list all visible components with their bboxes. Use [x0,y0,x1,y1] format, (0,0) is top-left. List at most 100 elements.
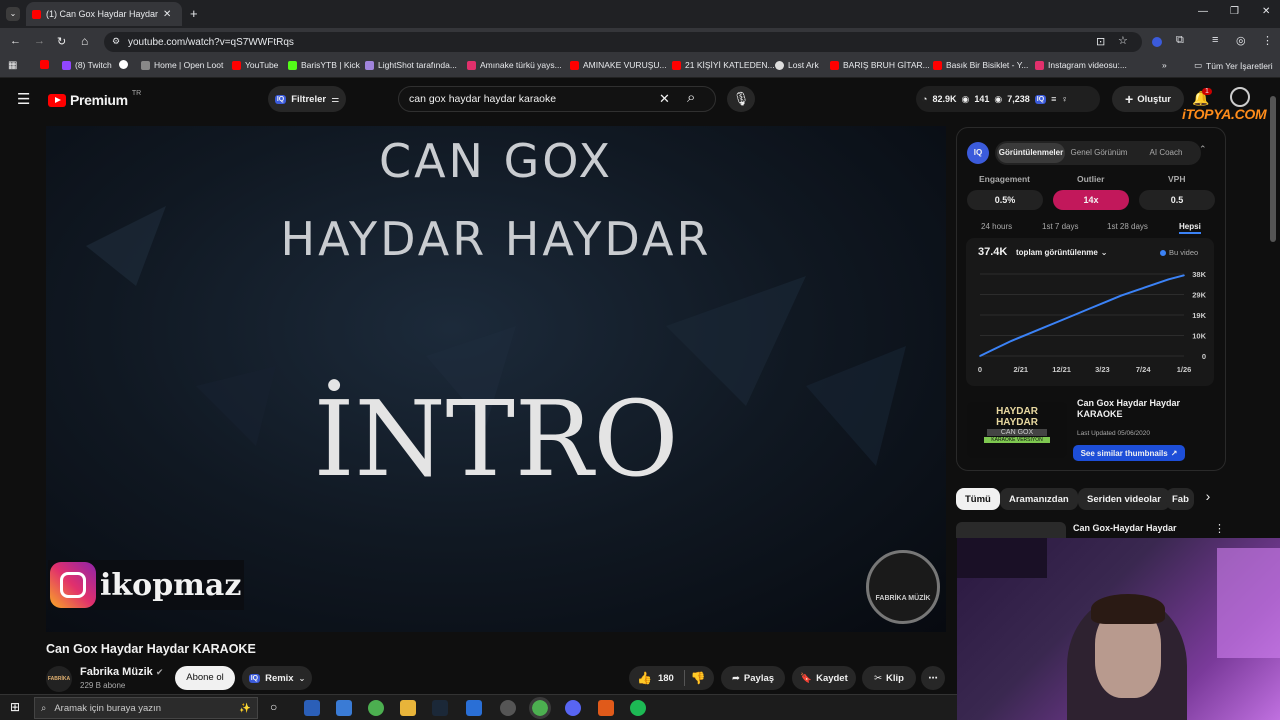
avatar[interactable] [1230,87,1250,107]
youtube-icon [40,60,49,69]
range-all[interactable]: Hepsi [1179,222,1201,234]
all-bookmarks[interactable]: ▭ Tüm Yer İşaretleri [1194,60,1273,71]
range-24h[interactable]: 24 hours [981,222,1012,231]
vidiq-icon[interactable]: IQ [1034,94,1047,104]
range-7d[interactable]: 1st 7 days [1042,222,1078,231]
tab-genel-gorunum[interactable]: Genel Görünüm [1065,143,1133,163]
list-icon[interactable]: ≡ [1051,94,1056,104]
y-tick-label: 10K [1192,332,1206,341]
app-icon-4[interactable] [598,700,614,716]
bookmark-lostark[interactable]: Lost Ark [775,60,819,70]
bookmark-instagram-2[interactable]: Instagram videosu:... [1035,60,1127,70]
minimize-icon[interactable]: — [1198,6,1208,17]
chrome-active-icon[interactable] [529,697,551,719]
bookmark-google[interactable] [119,60,128,69]
chip-from-search[interactable]: Aramanızdan [1000,488,1078,510]
back-icon[interactable]: ← [10,35,21,47]
bookmark-star-icon[interactable]: ☆ [1118,34,1128,47]
media-icon[interactable]: ≡ [1212,34,1218,46]
file-explorer-icon[interactable] [400,700,416,716]
close-tab-icon[interactable]: ✕ [163,9,171,20]
search-box[interactable]: can gox haydar haydar karaoke ✕ ⌕ [398,86,716,112]
tab-ai-coach[interactable]: AI Coach [1133,143,1199,163]
search-icon[interactable]: ⌕ [687,89,695,106]
store-icon[interactable] [336,700,352,716]
spotify-icon[interactable] [630,700,646,716]
collapse-icon[interactable]: ⌃ [1199,144,1207,155]
recommended-thumbnail[interactable]: HAYDAR HAYDAR CAN GOX KARAOKE VERSİYON [967,402,1067,458]
remix-button[interactable]: IQ Remix ⌄ [242,666,312,690]
tab-goruntulenmeler[interactable]: Görüntülenmeler [997,143,1065,163]
bookmark-youtube[interactable]: YouTube [232,60,278,70]
bookmark-aminake[interactable]: AMINAKE VURUŞU... [570,60,667,70]
chip-fabrika[interactable]: Fab [1166,488,1194,510]
app-icon-3[interactable] [500,700,516,716]
app-icon-2[interactable] [466,700,482,716]
hamburger-menu-icon[interactable]: ☰ [17,90,30,108]
channel-name[interactable]: Fabrika Müzik ✔ [80,666,163,678]
url-field[interactable]: ⚙ youtube.com/watch?v=qS7WWFtRqs [104,32,1142,52]
bookmark-bisiklet[interactable]: Basık Bir Bisiklet - Y... [933,60,1028,70]
like-icon[interactable]: 👍 [637,671,652,685]
recommended-title[interactable]: Can Gox Haydar Haydar KARAOKE [1077,398,1217,420]
clear-search-icon[interactable]: ✕ [659,91,670,107]
search-icon: ⌕ [41,702,47,714]
youtube-logo[interactable]: Premium TR [48,90,141,108]
voice-search-icon[interactable]: 🎙 [727,86,755,112]
browser-tab[interactable]: (1) Can Gox Haydar Haydar KA ✕ [26,2,182,26]
tab-list-icon[interactable]: ⌄ [6,7,20,21]
see-similar-button[interactable]: See similar thumbnails ↗ [1073,445,1185,461]
app-icon-1[interactable] [304,700,320,716]
sidebar-video-title[interactable]: Can Gox-Haydar Haydar [1073,523,1177,533]
chip-series[interactable]: Seriden videolar [1078,488,1170,510]
close-window-icon[interactable]: ✕ [1262,6,1270,17]
chip-all[interactable]: Tümü [956,488,1000,510]
discord-icon[interactable] [565,700,581,716]
clip-button[interactable]: ✂ Klip [862,666,916,690]
forward-icon[interactable]: → [34,35,45,47]
bookmark-youtube-1[interactable] [40,60,49,69]
bookmark-instagram-1[interactable]: Amınake türkü yays... [467,60,562,70]
channel-avatar[interactable]: FABRİKA [46,666,72,692]
reload-icon[interactable]: ↻ [57,35,66,48]
filters-button[interactable]: IQ Filtreler ⚌ [268,86,346,112]
task-view-icon[interactable]: ○ [270,700,277,714]
lightbulb-icon[interactable]: ♀ [1061,94,1068,104]
create-button[interactable]: + Oluştur [1112,86,1184,112]
more-actions-icon[interactable]: ⋯ [921,666,945,690]
sidebar-video-menu-icon[interactable]: ⋮ [1214,522,1225,535]
site-info-icon[interactable]: ⚙ [112,36,120,47]
chrome-icon[interactable] [368,700,384,716]
x-tick-label: 7/24 [1136,365,1151,374]
new-tab-icon[interactable]: + [190,6,198,21]
save-button[interactable]: 🔖 Kaydet [792,666,856,690]
restore-icon[interactable]: ❐ [1230,6,1239,17]
extensions-icon[interactable]: ⧉ [1176,34,1184,47]
bookmark-kick[interactable]: BarisYTB | Kick [288,60,360,70]
bookmarks-overflow-icon[interactable]: » [1162,60,1167,70]
home-icon[interactable]: ⌂ [81,34,88,48]
video-player[interactable]: CAN GOX HAYDAR HAYDAR İNTRO ikopmaz FABR… [46,126,946,632]
install-app-icon[interactable]: ⊡ [1096,35,1105,48]
chips-next-icon[interactable]: › [1196,488,1220,510]
dislike-icon[interactable]: 👎 [691,671,706,685]
browser-menu-icon[interactable]: ⋮ [1262,34,1273,47]
subscribe-button[interactable]: Abone ol [175,666,235,690]
bookmark-baris-gitar[interactable]: BARIŞ BRUH GİTAR... [830,60,930,70]
search-input[interactable]: can gox haydar haydar karaoke [409,93,556,105]
apps-grid-icon[interactable]: ▦ [8,60,17,71]
taskbar-search[interactable]: ⌕ Aramak için buraya yazın ✨ [34,697,258,719]
range-28d[interactable]: 1st 28 days [1107,222,1148,231]
page-scrollbar[interactable] [1270,96,1276,242]
bookmark-twitch[interactable]: (8) Twitch [62,60,112,70]
steam-icon[interactable] [432,700,448,716]
bookmark-lightshot[interactable]: LightShot tarafında... [365,60,457,70]
profile-icon[interactable]: ◎ [1236,34,1246,47]
sidebar-video-thumbnail[interactable] [956,522,1066,538]
extension-vidiq-icon[interactable] [1152,37,1162,47]
bookmark-openloot[interactable]: Home | Open Loot [141,60,223,70]
windows-start-icon[interactable]: ⊞ [10,700,20,714]
bookmark-21kisi[interactable]: 21 KİŞİYİ KATLEDEN... [672,60,775,70]
share-button[interactable]: ➦ Paylaş [721,666,785,690]
webcam-overlay [957,538,1280,720]
